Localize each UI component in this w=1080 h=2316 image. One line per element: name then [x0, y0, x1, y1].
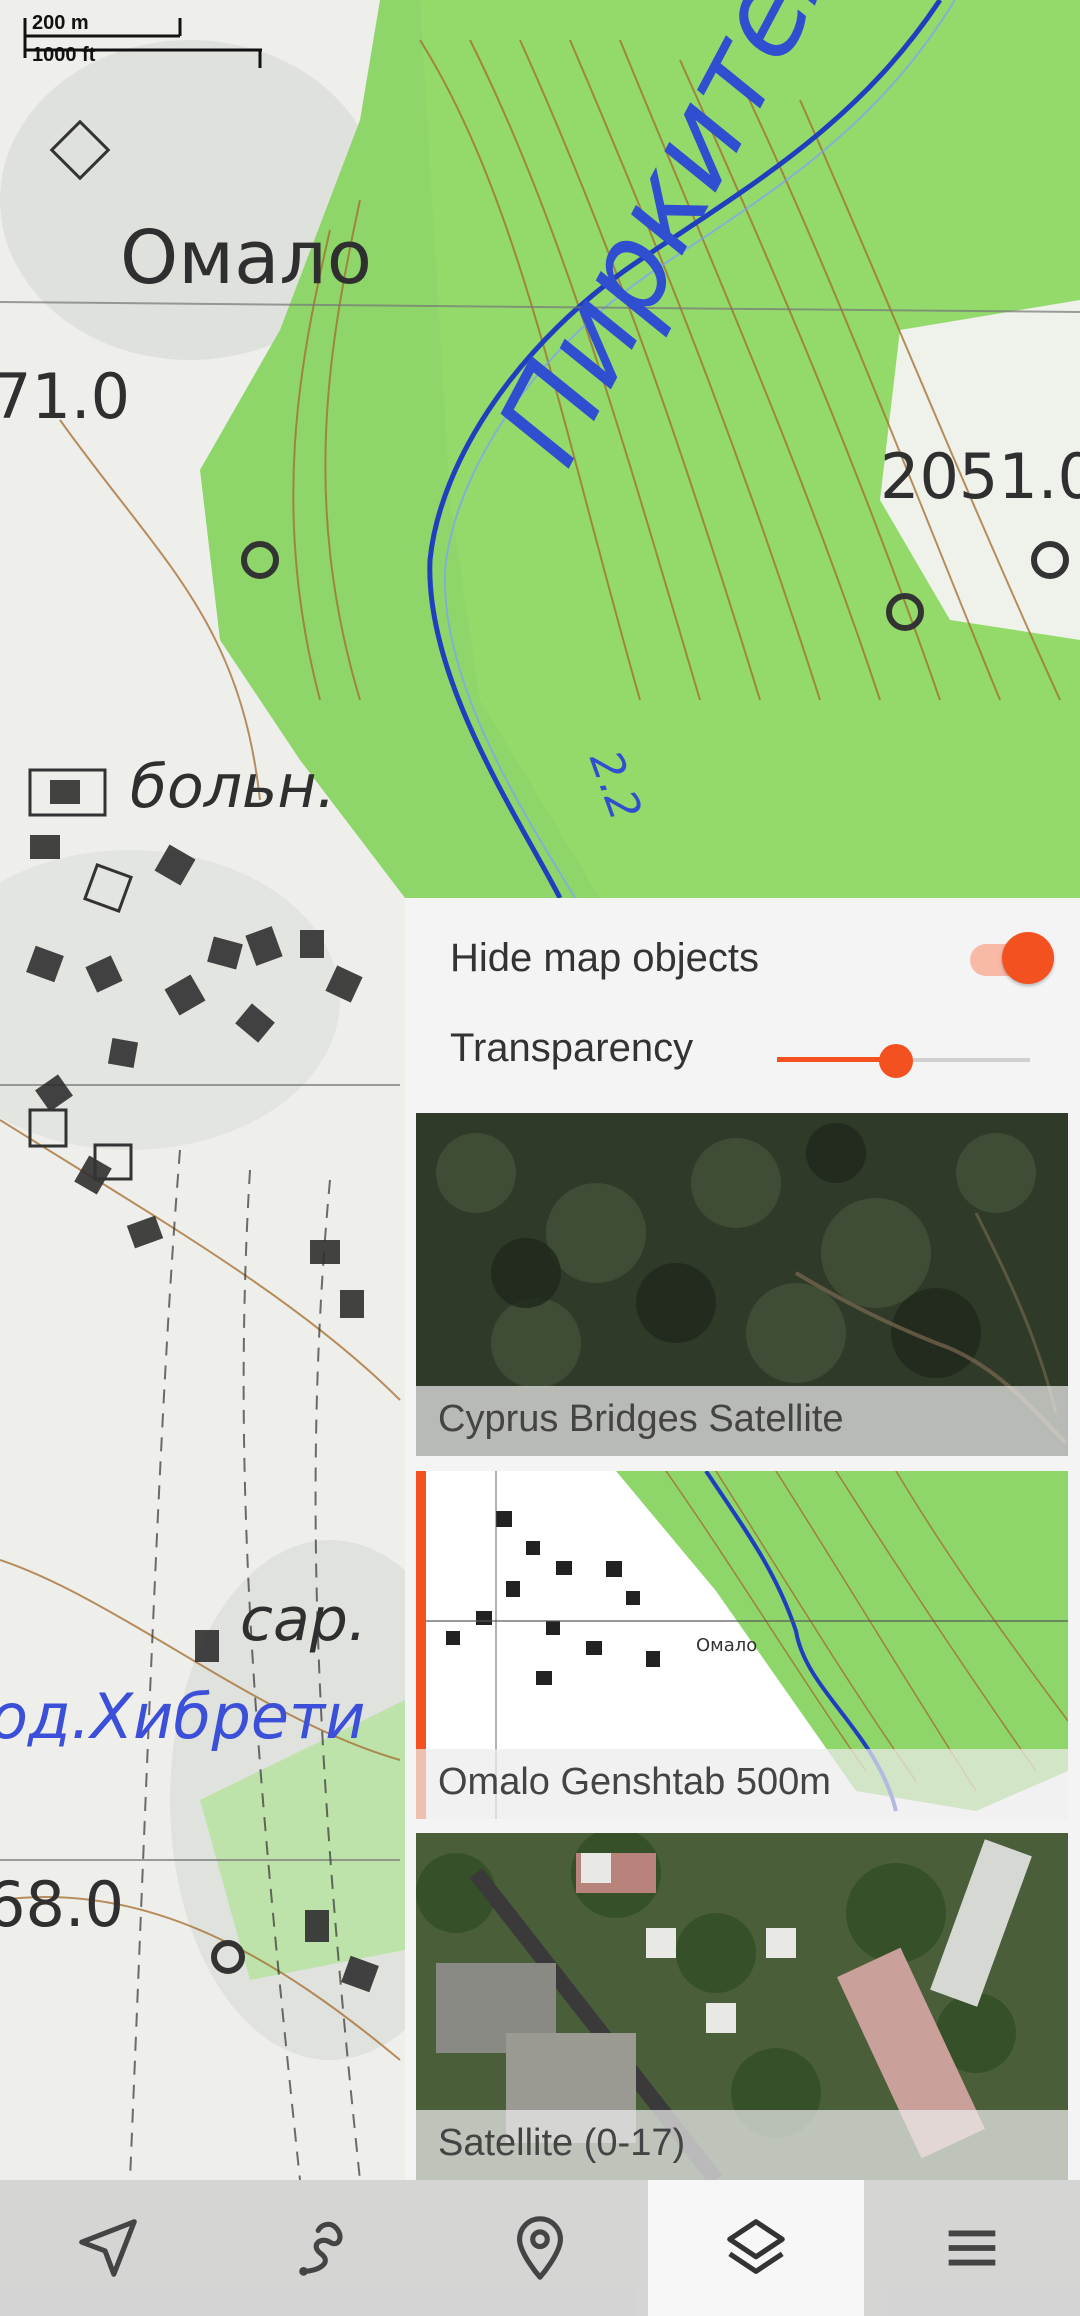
transparency-slider[interactable] — [777, 1040, 1030, 1080]
map-label-elevation-right: 2051.0 — [880, 440, 1080, 513]
tab-menu[interactable] — [864, 2180, 1080, 2316]
tab-navigation[interactable] — [0, 2180, 216, 2316]
tab-tracks[interactable] — [216, 2180, 432, 2316]
scale-metric-label: 200 m — [32, 12, 89, 34]
layer-caption: Omalo Genshtab 500m — [416, 1749, 1068, 1819]
navigation-arrow-icon — [79, 2219, 137, 2277]
hide-map-objects-toggle[interactable] — [962, 932, 1054, 984]
map-scale-bar: 200 m 1000 ft — [22, 10, 262, 68]
map-label-hospital: больн. — [130, 752, 336, 822]
layer-card-satellite[interactable]: Satellite (0-17) — [416, 1833, 1068, 2180]
layers-icon — [727, 2219, 785, 2274]
map-label-river-khibreti: од.Хибрети — [0, 1680, 366, 1753]
map-label-omalo: Омало — [120, 215, 372, 301]
tab-layers[interactable] — [648, 2180, 864, 2316]
thumbnail-label-omalo: Омало — [696, 1635, 757, 1656]
toggle-knob — [1002, 932, 1054, 984]
transparency-label: Transparency — [450, 1026, 694, 1070]
layer-caption: Satellite (0-17) — [416, 2110, 1068, 2180]
map-label-sar: сар. — [240, 1585, 367, 1655]
slider-thumb[interactable] — [879, 1044, 913, 1078]
scale-imperial-label: 1000 ft — [32, 44, 96, 66]
location-pin-icon — [517, 2216, 563, 2280]
layers-panel: Hide map objects Transparency Cyprus Bri… — [405, 898, 1080, 2180]
layer-name: Cyprus Bridges Satellite — [438, 1398, 844, 1440]
map-label-elevation-left: 71.0 — [0, 360, 131, 433]
track-route-icon — [299, 2221, 343, 2276]
layer-name: Omalo Genshtab 500m — [438, 1761, 831, 1803]
map-label-elevation-bottom: 68.0 — [0, 1868, 125, 1941]
tab-points[interactable] — [432, 2180, 648, 2316]
layer-card-cyprus-bridges[interactable]: Cyprus Bridges Satellite — [416, 1113, 1068, 1456]
layer-card-omalo-genshtab[interactable]: Омало Omalo Genshtab 500m — [416, 1471, 1068, 1819]
layer-caption: Cyprus Bridges Satellite — [416, 1386, 1068, 1456]
hide-map-objects-label: Hide map objects — [450, 936, 760, 980]
layer-name: Satellite (0-17) — [438, 2122, 686, 2164]
bottom-navigation-bar — [0, 2180, 1080, 2316]
menu-icon — [948, 2230, 996, 2266]
